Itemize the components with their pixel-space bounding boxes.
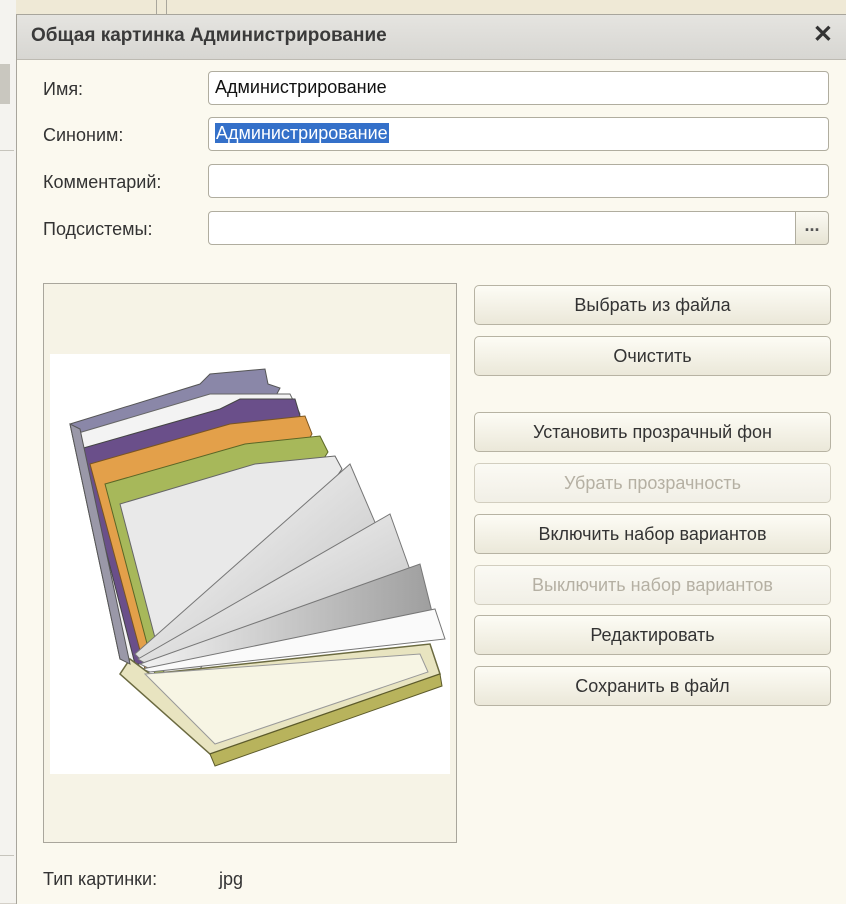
synonym-field-value: Администрирование [215,123,389,143]
subsystems-select-button[interactable]: ... [795,211,829,245]
subsystems-field[interactable] [208,211,796,245]
choose-from-file-button[interactable]: Выбрать из файла [474,285,831,325]
enable-variants-button[interactable]: Включить набор вариантов [474,514,831,554]
synonym-label: Синоним: [43,125,124,145]
save-to-file-button[interactable]: Сохранить в файл [474,666,831,706]
remove-transparency-button[interactable]: Убрать прозрачность [474,463,831,503]
title-bar: Общая картинка Администрирование ✕ [17,15,846,60]
picture-preview [43,283,457,843]
name-field-value: Администрирование [215,77,387,97]
name-label: Имя: [43,79,84,99]
picture-properties-window: Общая картинка Администрирование ✕ Имя: … [16,14,846,904]
background-top-panel [16,0,846,14]
background-left-panel [0,0,17,903]
name-field[interactable]: Администрирование [208,71,829,105]
background-scroll-marker [0,64,10,104]
edit-button[interactable]: Редактировать [474,615,831,655]
disable-variants-button[interactable]: Выключить набор вариантов [474,565,831,605]
background-separator [156,0,157,14]
comment-label: Комментарий: [43,172,162,192]
set-transparent-background-button[interactable]: Установить прозрачный фон [474,412,831,452]
picture-type-value: jpg [219,869,244,889]
background-divider [0,150,14,151]
picture-image-area [50,354,450,774]
synonym-field[interactable]: Администрирование [208,117,829,151]
background-separator [166,0,167,14]
background-divider [0,855,14,856]
clear-button[interactable]: Очистить [474,336,831,376]
folder-tabs-icon [69,368,446,767]
comment-field[interactable] [208,164,829,198]
subsystems-label: Подсистемы: [43,219,153,239]
close-icon[interactable]: ✕ [813,20,833,49]
window-title: Общая картинка Администрирование [31,25,387,46]
picture-type-label: Тип картинки: [43,869,158,889]
